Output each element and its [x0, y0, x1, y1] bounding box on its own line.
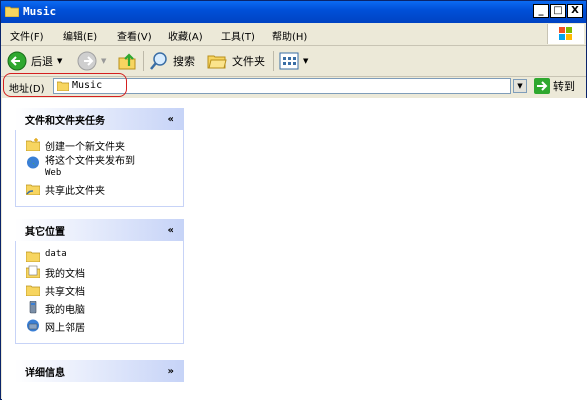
search-label: 搜索 [173, 55, 195, 68]
computer-icon [29, 301, 37, 314]
place-label: data [45, 249, 67, 259]
place-label: 我的电脑 [45, 305, 85, 316]
window-title: Music [23, 5, 57, 18]
panel-header[interactable]: 文件和文件夹任务 « [15, 108, 184, 130]
menu-view[interactable]: 查看(V) [117, 28, 152, 43]
collapse-icon[interactable]: « [168, 225, 174, 236]
globe-icon [27, 156, 39, 169]
search-button[interactable]: 搜索 [149, 51, 195, 71]
panel-header[interactable]: 详细信息 » [15, 360, 184, 382]
place-shared-documents[interactable]: 共享文档 [26, 283, 173, 298]
folder-icon [26, 285, 40, 296]
folder-up-icon [118, 53, 136, 70]
panel-title: 详细信息 [25, 367, 65, 379]
forward-arrow-icon [77, 51, 97, 71]
explorer-window: Music _ □ X 文件(F) 编辑(E) 查看(V) 收藏(A) 工具(T… [0, 0, 587, 400]
place-data[interactable]: data [26, 249, 173, 262]
back-arrow-icon [7, 51, 27, 71]
task-panel-places: 其它位置 « data 我的文档 共享文档 我的电脑 网上邻居 [15, 219, 184, 344]
menu-bar: 文件(F) 编辑(E) 查看(V) 收藏(A) 工具(T) 帮助(H) [1, 23, 586, 46]
go-arrow-icon [534, 78, 550, 94]
panel-body: data 我的文档 共享文档 我的电脑 网上邻居 [15, 241, 184, 344]
back-label: 后退 [31, 55, 53, 68]
network-icon [27, 319, 39, 332]
menu-help[interactable]: 帮助(H) [272, 28, 307, 43]
place-network[interactable]: 网上邻居 [26, 319, 173, 334]
folders-label: 文件夹 [232, 55, 265, 68]
menu-edit[interactable]: 编辑(E) [63, 28, 97, 43]
task-share-folder[interactable]: 共享此文件夹 [26, 182, 173, 197]
close-button[interactable]: X [567, 4, 583, 18]
panel-title: 文件和文件夹任务 [25, 115, 105, 127]
expand-icon[interactable]: » [168, 366, 174, 377]
task-label: 将这个文件夹发布到 Web [45, 156, 135, 179]
back-dropdown-icon[interactable]: ▼ [57, 57, 62, 65]
panel-title: 其它位置 [25, 226, 65, 238]
views-grid-icon [279, 52, 299, 70]
folders-icon [207, 55, 227, 69]
views-button[interactable]: ▼ [279, 51, 308, 71]
address-dropdown-button[interactable]: ▼ [513, 79, 527, 93]
minimize-button[interactable]: _ [533, 4, 549, 18]
toolbar-separator [273, 51, 274, 71]
content-area: 文件和文件夹任务 « 创建一个新文件夹 将这个文件夹发布到 Web 共享此文件夹… [2, 98, 587, 400]
task-label-line1: 将这个文件夹发布到 [45, 156, 135, 167]
share-folder-icon [26, 184, 40, 195]
place-label: 共享文档 [45, 287, 85, 298]
place-my-documents[interactable]: 我的文档 [26, 265, 173, 280]
panel-header[interactable]: 其它位置 « [15, 219, 184, 241]
folder-icon [26, 251, 40, 262]
folder-icon [5, 6, 19, 17]
place-label: 网上邻居 [45, 323, 85, 334]
collapse-icon[interactable]: « [168, 114, 174, 125]
task-label: 共享此文件夹 [45, 186, 105, 197]
go-label: 转到 [553, 80, 575, 93]
task-panel-details: 详细信息 » [15, 360, 184, 382]
back-button[interactable]: 后退 ▼ [7, 51, 62, 71]
title-bar[interactable]: Music _ □ X [1, 1, 586, 23]
new-folder-icon [26, 138, 40, 151]
folders-button[interactable]: 文件夹 [206, 51, 265, 71]
menu-tools[interactable]: 工具(T) [221, 28, 255, 43]
highlight-annotation [3, 73, 127, 97]
task-new-folder[interactable]: 创建一个新文件夹 [26, 138, 173, 153]
panel-body: 创建一个新文件夹 将这个文件夹发布到 Web 共享此文件夹 [15, 130, 184, 207]
up-button[interactable] [117, 51, 137, 71]
forward-dropdown-icon[interactable]: ▼ [101, 57, 106, 65]
menu-file[interactable]: 文件(F) [10, 28, 44, 43]
task-panel-tasks: 文件和文件夹任务 « 创建一个新文件夹 将这个文件夹发布到 Web 共享此文件夹 [15, 108, 184, 207]
views-dropdown-icon[interactable]: ▼ [303, 57, 308, 65]
maximize-button[interactable]: □ [550, 4, 566, 18]
forward-button[interactable]: ▼ [77, 51, 106, 71]
place-my-computer[interactable]: 我的电脑 [26, 301, 173, 316]
task-publish-web[interactable]: 将这个文件夹发布到 Web [26, 156, 173, 179]
go-button[interactable]: 转到 [534, 78, 575, 94]
search-icon [150, 52, 167, 70]
place-label: 我的文档 [45, 269, 85, 280]
documents-icon [26, 265, 40, 278]
task-label-line2: Web [45, 168, 62, 178]
window-controls: _ □ X [533, 4, 583, 18]
task-label: 创建一个新文件夹 [45, 142, 125, 153]
windows-logo-icon [547, 24, 584, 44]
toolbar-separator [143, 51, 144, 71]
menu-favorites[interactable]: 收藏(A) [168, 28, 203, 43]
